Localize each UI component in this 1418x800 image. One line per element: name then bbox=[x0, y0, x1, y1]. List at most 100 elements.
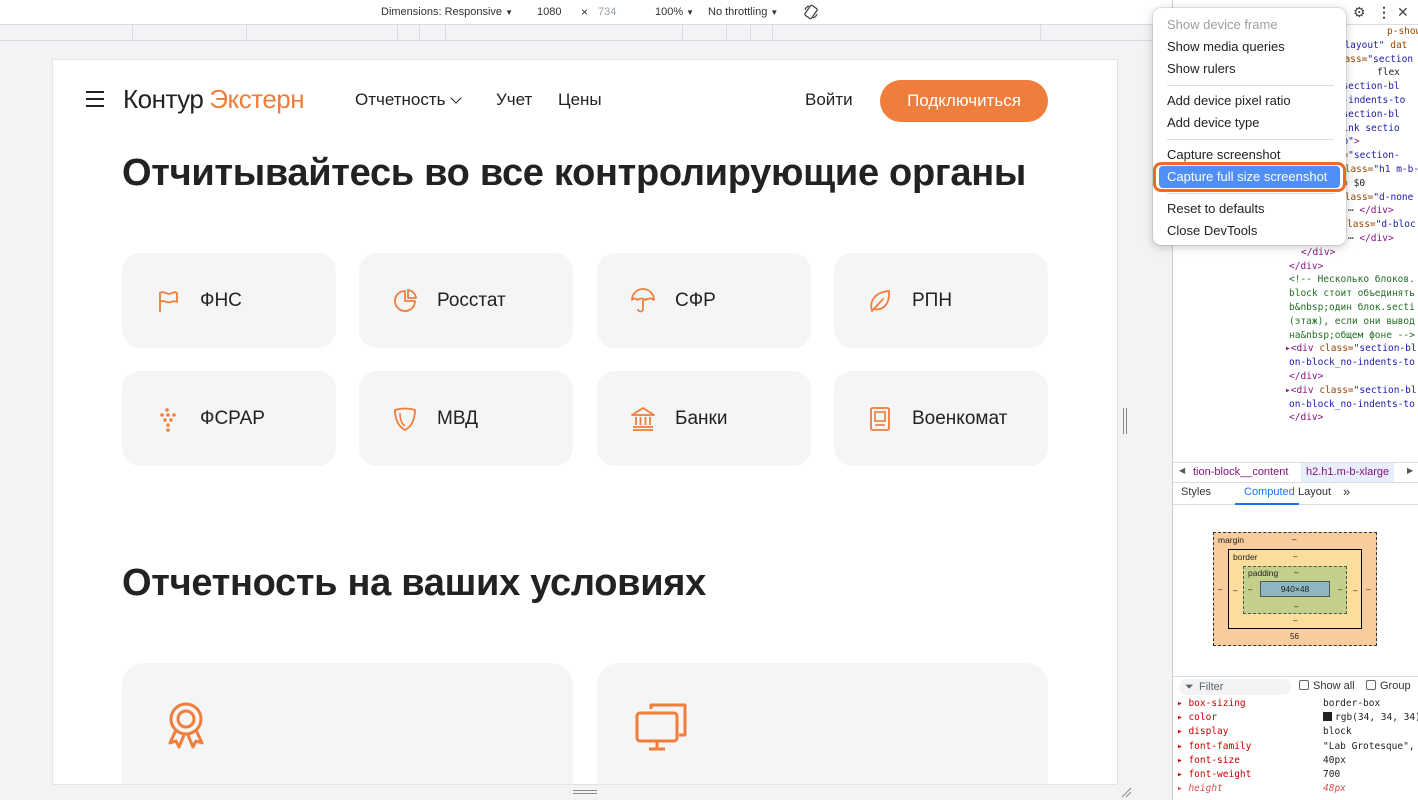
padding-left-value: – bbox=[1248, 585, 1253, 594]
dom-node-line[interactable]: flex bbox=[1377, 67, 1400, 78]
dom-node-line[interactable]: class="d-none bbox=[1339, 192, 1413, 203]
dom-node-line[interactable]: p-show="star bbox=[1387, 26, 1418, 37]
computed-property-row[interactable]: ▸ font-size 40px bbox=[1177, 755, 1346, 766]
tab-styles[interactable]: Styles bbox=[1181, 486, 1211, 498]
filter-placeholder: Filter bbox=[1199, 681, 1224, 693]
box-model-content: 940×48 bbox=[1260, 581, 1330, 597]
settings-gear-icon[interactable]: ⚙ bbox=[1353, 4, 1366, 21]
viewport-resize-corner-icon[interactable] bbox=[1120, 786, 1132, 798]
feature-card-1[interactable] bbox=[122, 663, 573, 784]
property-value: border-box bbox=[1323, 698, 1381, 709]
show-all-checkbox[interactable]: Show all bbox=[1299, 680, 1355, 692]
breadcrumb-prev[interactable]: tion-block__content bbox=[1193, 466, 1288, 478]
dom-node-line[interactable]: <!-- Несколько блоков. bbox=[1289, 274, 1415, 285]
nav-reporting[interactable]: Отчетность bbox=[355, 90, 462, 110]
menu-item[interactable]: Close DevTools bbox=[1159, 220, 1340, 242]
computed-property-row[interactable]: ▸ height 48px bbox=[1177, 783, 1346, 795]
caret-down-icon: ▼ bbox=[770, 8, 779, 17]
emulated-page: Контур Экстерн Отчетность Учет Цены Войти… bbox=[53, 60, 1117, 784]
filter-input[interactable]: ⏷ Filter bbox=[1179, 679, 1291, 695]
group-checkbox[interactable]: Group bbox=[1366, 680, 1411, 692]
card-label: Банки bbox=[675, 407, 728, 429]
property-name: ▸ height bbox=[1177, 783, 1223, 795]
dom-node-line[interactable]: block стоит объединять bbox=[1289, 288, 1415, 299]
device-toolbar-context-menu: Show device frame Show media queries Show … bbox=[1153, 8, 1346, 245]
connect-button[interactable]: Подключиться bbox=[880, 80, 1048, 122]
card-rosstat[interactable]: Росстат bbox=[359, 253, 573, 348]
breadcrumb-left-arrow-icon[interactable]: ◀ bbox=[1179, 466, 1185, 475]
dom-node-line[interactable]: ▸<div class="section-bl bbox=[1285, 385, 1417, 396]
card-fsrar[interactable]: ФСРАР bbox=[122, 371, 336, 466]
dom-node-line[interactable]: on-block_no-indents-to bbox=[1289, 357, 1415, 368]
logo[interactable]: Контур Экстерн bbox=[123, 84, 305, 115]
tab-layout[interactable]: Layout bbox=[1298, 486, 1331, 498]
login-link[interactable]: Войти bbox=[805, 90, 853, 110]
box-model-margin: margin – – – 56 border – – – – padding –… bbox=[1213, 532, 1377, 646]
property-name: ▸ font-weight bbox=[1177, 769, 1252, 780]
card-sfr[interactable]: СФР bbox=[597, 253, 811, 348]
times-sign: × bbox=[581, 5, 589, 19]
computed-property-row[interactable]: ▸ font-family "Lab Grotesque", bbox=[1177, 741, 1415, 752]
dom-node-line[interactable]: </div> bbox=[1289, 371, 1323, 382]
zoom-label: 100% bbox=[655, 6, 684, 18]
border-top-value: – bbox=[1293, 552, 1298, 561]
computed-property-row[interactable]: ▸ color rgb(34, 34, 34) bbox=[1177, 712, 1418, 723]
margin-bottom-value: 56 bbox=[1290, 632, 1299, 641]
menu-item[interactable]: Add device type bbox=[1159, 112, 1340, 134]
width-input[interactable]: 1080 bbox=[534, 5, 578, 20]
throttling-dropdown[interactable]: No throttling ▼ bbox=[708, 6, 778, 18]
margin-left-value: – bbox=[1218, 585, 1223, 594]
padding-top-value: – bbox=[1294, 568, 1299, 577]
card-banks[interactable]: Банки bbox=[597, 371, 811, 466]
dom-node-line[interactable]: </div> bbox=[1301, 247, 1335, 258]
card-label: Военкомат bbox=[912, 407, 1008, 429]
dimensions-dropdown[interactable]: Dimensions: Responsive ▼ bbox=[381, 6, 513, 18]
dom-node-line[interactable]: </div> bbox=[1289, 412, 1323, 423]
computed-property-row[interactable]: ▸ box-sizing border-box bbox=[1177, 698, 1380, 709]
rotate-icon[interactable] bbox=[803, 4, 819, 20]
dom-node-line[interactable]: ▸<div class="section-bl bbox=[1285, 343, 1417, 354]
more-tabs-icon[interactable]: » bbox=[1343, 484, 1350, 499]
filter-funnel-icon: ⏷ bbox=[1185, 681, 1194, 693]
dom-node-line[interactable]: на&nbsp;общем фоне --> bbox=[1289, 330, 1415, 341]
menu-item[interactable]: Add device pixel ratio bbox=[1159, 90, 1340, 112]
menu-item[interactable]: Reset to defaults bbox=[1159, 198, 1340, 220]
breadcrumb-current[interactable]: h2.h1.m-b-xlarge bbox=[1301, 463, 1395, 482]
zoom-dropdown[interactable]: 100% ▼ bbox=[655, 6, 694, 18]
card-label: ФНС bbox=[200, 289, 242, 311]
card-mvd[interactable]: МВД bbox=[359, 371, 573, 466]
card-rpn[interactable]: РПН bbox=[834, 253, 1048, 348]
close-devtools-icon[interactable]: ✕ bbox=[1397, 4, 1409, 21]
card-voenkomat[interactable]: Военкомат bbox=[834, 371, 1048, 466]
dom-node-line[interactable]: </div> bbox=[1289, 261, 1323, 272]
menu-item[interactable]: Show rulers bbox=[1159, 58, 1340, 80]
hamburger-menu-icon[interactable] bbox=[86, 91, 104, 107]
border-left-value: – bbox=[1233, 586, 1238, 595]
dom-node-line[interactable]: class="h1 m-b- bbox=[1339, 164, 1418, 175]
menu-item[interactable]: Show media queries bbox=[1159, 36, 1340, 58]
property-value: 40px bbox=[1323, 754, 1346, 766]
computed-property-row[interactable]: ▸ font-weight 700 bbox=[1177, 769, 1340, 780]
border-label: border bbox=[1233, 552, 1258, 562]
property-name: ▸ box-sizing bbox=[1177, 698, 1246, 709]
card-fns[interactable]: ФНС bbox=[122, 253, 336, 348]
dom-node-line[interactable]: (этаж), если они вывод bbox=[1289, 316, 1415, 327]
more-options-icon[interactable]: ⋮ bbox=[1377, 4, 1391, 21]
padding-right-value: – bbox=[1338, 585, 1343, 594]
computed-property-row[interactable]: ▸ display block bbox=[1177, 726, 1352, 737]
show-all-label: Show all bbox=[1313, 680, 1355, 692]
section-heading: Отчетность на ваших условиях bbox=[122, 562, 706, 604]
viewport-resize-handle-right[interactable] bbox=[1121, 408, 1129, 434]
height-input[interactable]: 734 bbox=[595, 5, 639, 20]
nav-prices[interactable]: Цены bbox=[558, 90, 602, 110]
color-swatch[interactable] bbox=[1323, 712, 1332, 722]
box-model-padding: padding – – – – 940×48 bbox=[1243, 566, 1347, 614]
nav-accounting[interactable]: Учет bbox=[496, 90, 532, 110]
feature-card-2[interactable] bbox=[597, 663, 1048, 784]
viewport-resize-handle-bottom[interactable] bbox=[573, 789, 597, 795]
tab-computed[interactable]: Computed bbox=[1244, 486, 1295, 498]
breadcrumb-right-arrow-icon[interactable]: ▶ bbox=[1407, 466, 1413, 475]
dom-node-line[interactable]: b&nbsp;один блок.secti bbox=[1289, 302, 1415, 313]
dom-node-line[interactable]: on-block_no-indents-to bbox=[1289, 399, 1415, 410]
property-value: "Lab Grotesque", bbox=[1323, 740, 1415, 752]
